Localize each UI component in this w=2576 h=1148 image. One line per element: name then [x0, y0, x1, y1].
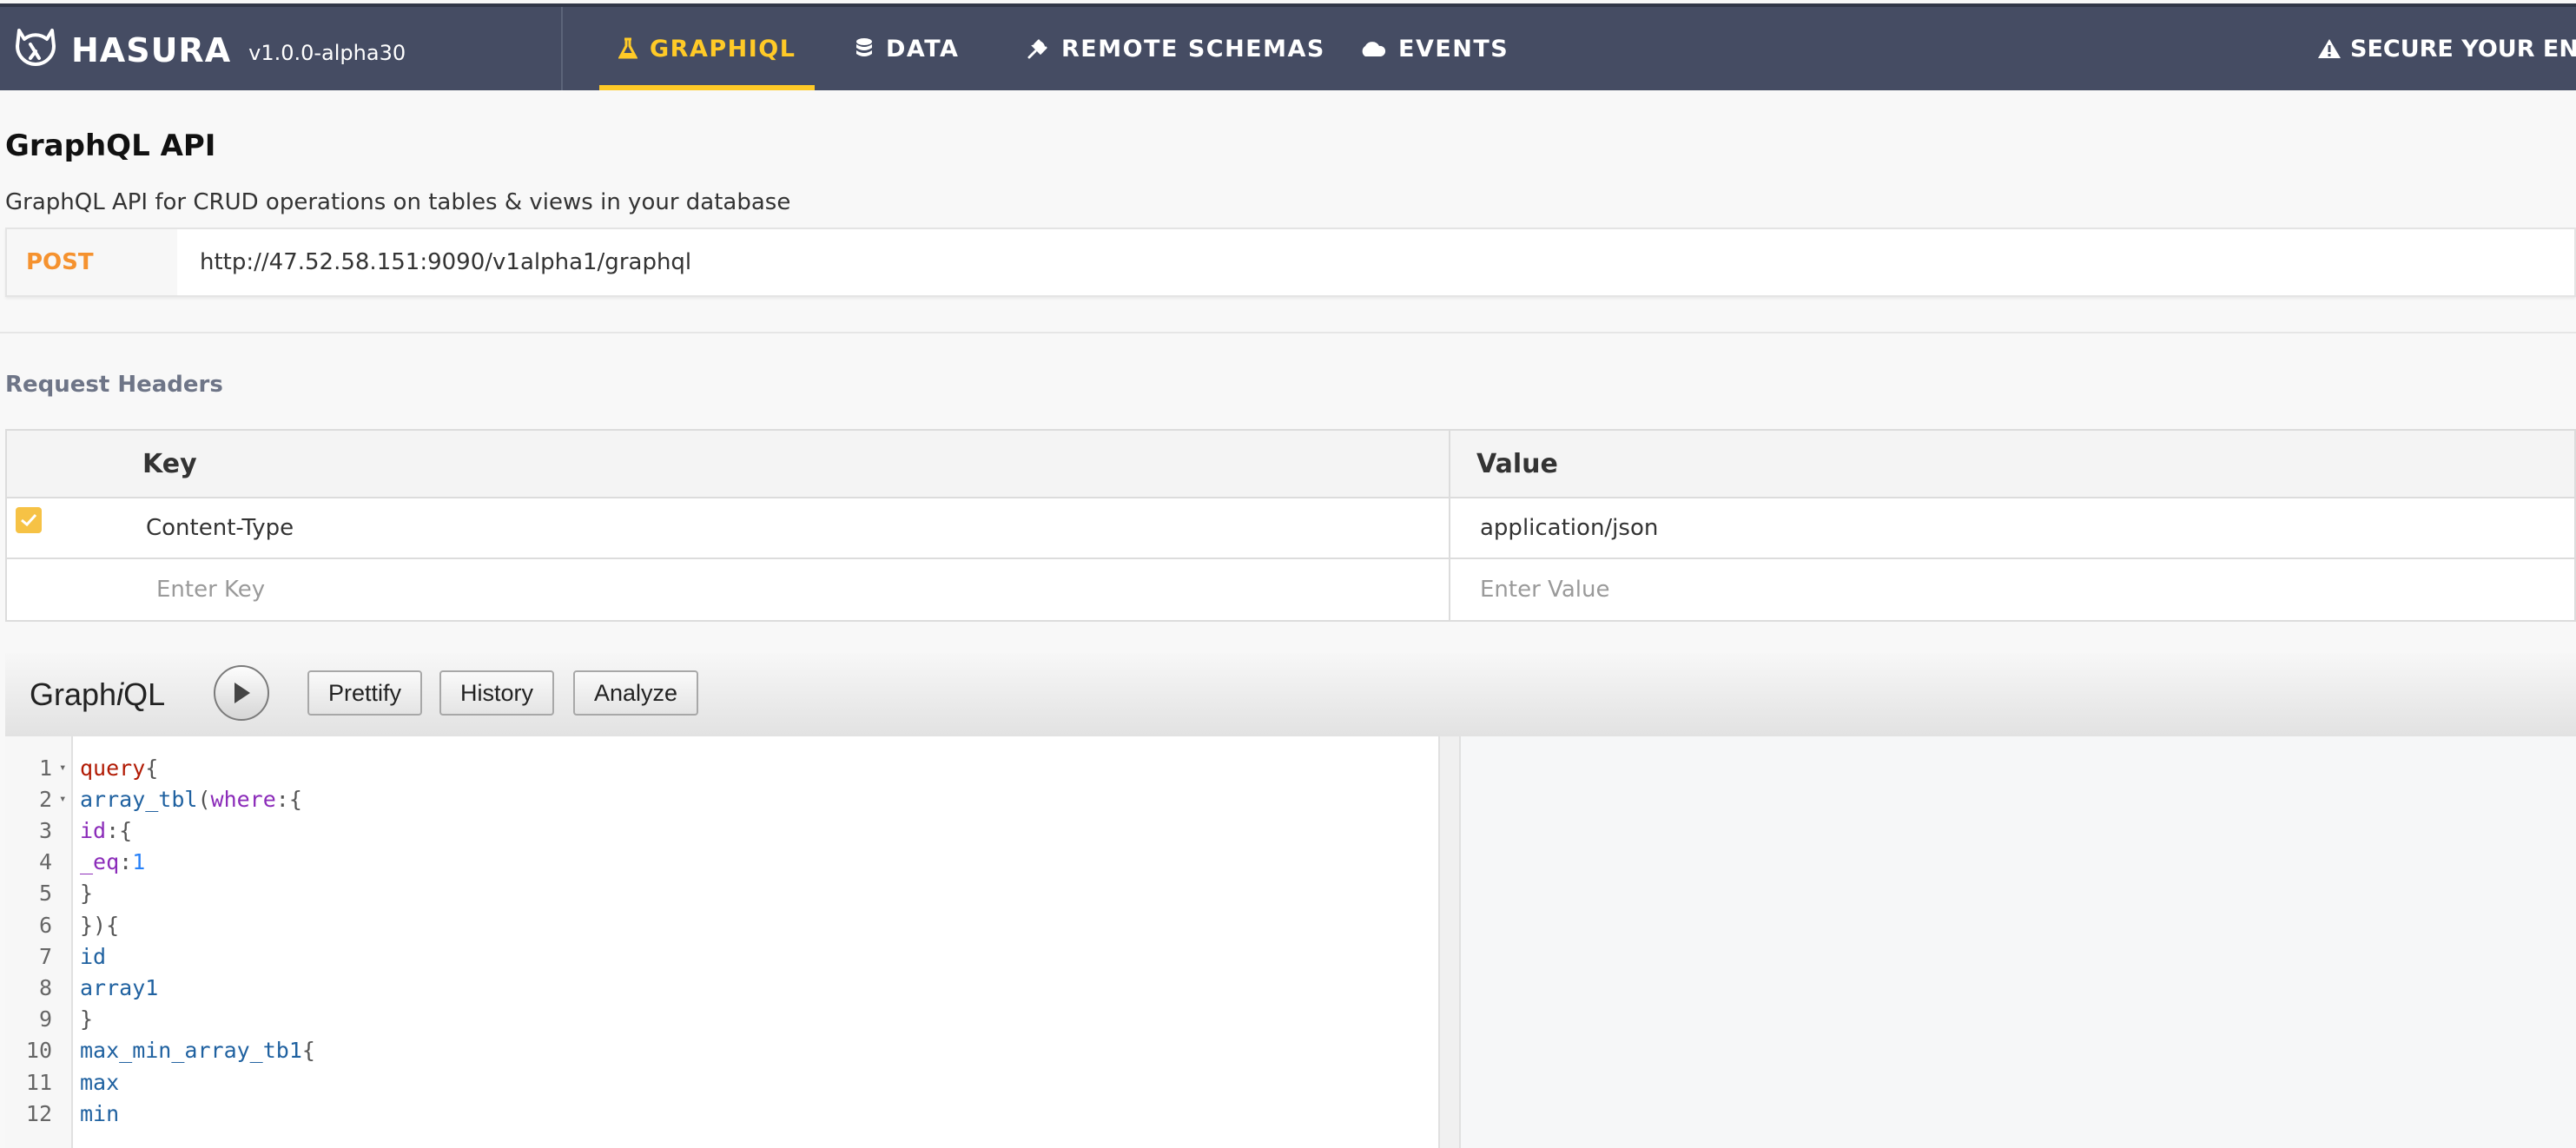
- request-headers-table: Key Value Content-Type application/json …: [5, 429, 2576, 622]
- hasura-logo-icon: [16, 29, 56, 66]
- query-editor[interactable]: 1 ▾ query {2 ▾ array_tbl(where:{3 id:{4 _eq…: [5, 736, 1438, 1148]
- brand-name: HASURA: [71, 31, 232, 69]
- tab-remote-schemas[interactable]: REMOTE SCHEMAS: [1027, 7, 1325, 90]
- tab-graphiql-label: GRAPHIQL: [650, 35, 796, 63]
- version-label: v1.0.0-alpha30: [248, 41, 406, 65]
- execute-query-button[interactable]: [214, 665, 269, 721]
- header-enabled-checkbox[interactable]: [16, 507, 42, 533]
- play-icon: [234, 683, 250, 703]
- tab-graphiql[interactable]: GRAPHIQL: [599, 7, 816, 90]
- column-divider: [1449, 431, 1450, 497]
- code-line[interactable]: query {: [80, 752, 158, 783]
- table-header-row: Key Value: [7, 431, 2574, 498]
- graphiql-title-part: i: [116, 676, 124, 712]
- flask-icon: [618, 37, 637, 60]
- code-line[interactable]: array1: [80, 972, 158, 1003]
- column-divider: [1449, 559, 1450, 620]
- column-divider: [1449, 498, 1450, 558]
- brand[interactable]: HASURA v1.0.0-alpha30: [12, 26, 406, 75]
- analyze-button[interactable]: Analyze: [573, 670, 699, 716]
- new-key-input[interactable]: Enter Key: [156, 559, 265, 620]
- result-pane: [1461, 736, 2576, 1148]
- code-line[interactable]: id: [80, 940, 106, 972]
- tab-data-label: DATA: [886, 35, 960, 63]
- code-line[interactable]: _eq:1: [80, 847, 145, 878]
- check-icon: [21, 513, 37, 527]
- tab-events-label: EVENTS: [1398, 35, 1509, 63]
- graphiql-title: Graph i QL: [30, 653, 165, 736]
- code-line[interactable]: }: [80, 1004, 93, 1035]
- table-row: Content-Type application/json: [7, 498, 2574, 559]
- nav-divider: [561, 7, 563, 90]
- history-button[interactable]: History: [439, 670, 555, 716]
- table-row-new: Enter Key Enter Value: [7, 559, 2574, 620]
- key-column-header: Key: [142, 448, 197, 479]
- tab-remote-schemas-label: REMOTE SCHEMAS: [1061, 35, 1325, 63]
- plug-icon: [1027, 37, 1049, 60]
- http-method: POST: [7, 229, 177, 295]
- new-value-input[interactable]: Enter Value: [1480, 559, 1609, 620]
- graphiql-title-part: QL: [123, 676, 166, 712]
- endpoint-url[interactable]: http://47.52.58.151:9090/v1alpha1/graphq…: [200, 229, 691, 295]
- prettify-button[interactable]: Prettify: [307, 670, 423, 716]
- header-value-field[interactable]: application/json: [1480, 498, 1658, 558]
- cloud-icon: [1358, 39, 1386, 58]
- warning-icon: [2317, 37, 2342, 60]
- code-line[interactable]: }) {: [80, 909, 119, 940]
- graphiql-title-part: Graph: [30, 676, 117, 712]
- code-line[interactable]: array_tbl(where:{: [80, 783, 302, 815]
- tab-events[interactable]: EVENTS: [1358, 7, 1509, 90]
- code-line[interactable]: min: [80, 1098, 119, 1129]
- database-icon: [855, 37, 874, 60]
- top-nav: HASURA v1.0.0-alpha30 GRAPHIQL DATA REMO…: [0, 3, 2576, 90]
- endpoint-bar: POST http://47.52.58.151:9090/v1alpha1/g…: [5, 228, 2576, 297]
- graphiql-toolbar: Graph i QL Prettify History Analyze: [5, 653, 2576, 738]
- secure-endpoint-link[interactable]: SECURE YOUR ENDPO: [2317, 7, 2576, 90]
- header-key-field[interactable]: Content-Type: [146, 498, 294, 558]
- code-line[interactable]: max: [80, 1066, 119, 1098]
- code-line[interactable]: id:{: [80, 815, 132, 846]
- code-line[interactable]: max_min_array_tb1 {: [80, 1035, 315, 1066]
- tab-data[interactable]: DATA: [855, 7, 959, 90]
- page-subtitle: GraphQL API for CRUD operations on table…: [5, 189, 791, 215]
- page-title: GraphQL API: [5, 129, 216, 163]
- editor-scrollbar[interactable]: [1438, 736, 1461, 1148]
- divider: [0, 332, 2576, 333]
- code-line[interactable]: }: [80, 878, 93, 909]
- secure-endpoint-label: SECURE YOUR ENDPO: [2350, 35, 2576, 63]
- request-headers-label: Request Headers: [5, 372, 223, 398]
- value-column-header: Value: [1476, 448, 1558, 479]
